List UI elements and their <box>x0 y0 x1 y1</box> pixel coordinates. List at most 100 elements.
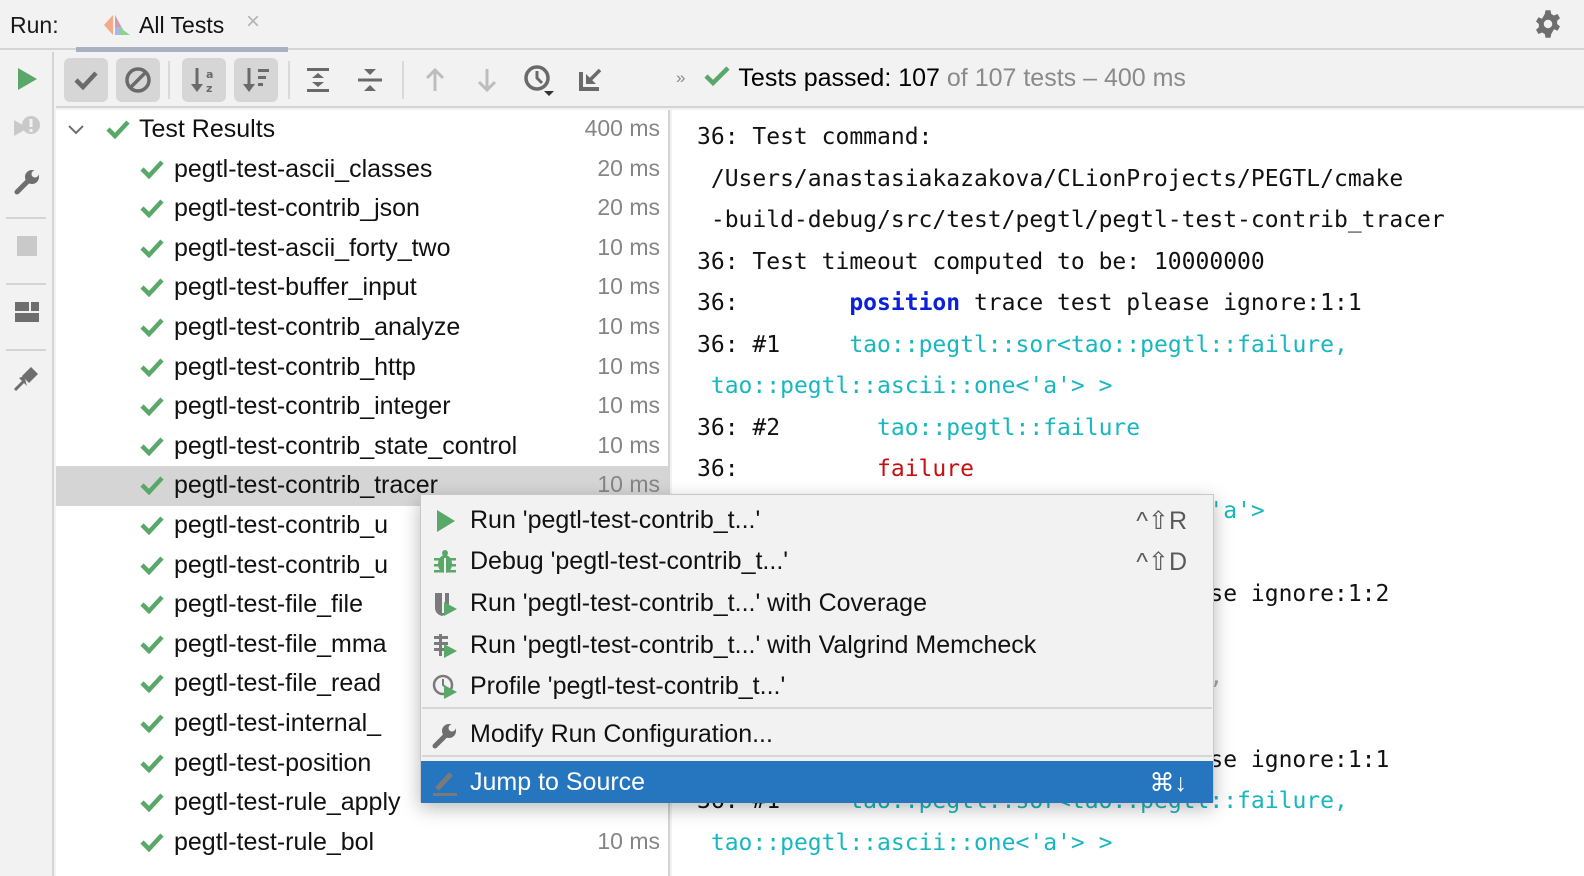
tree-item[interactable]: pegtl-test-contrib_state_control 10 ms <box>56 427 668 467</box>
expand-all-button[interactable] <box>296 58 340 102</box>
menu-item[interactable]: Modify Run Configuration... <box>421 713 1213 755</box>
pass-check-icon <box>140 160 164 179</box>
pass-check-icon <box>140 199 164 219</box>
separator <box>288 61 290 99</box>
pass-check-icon <box>140 714 164 733</box>
test-name: pegtl-test-contrib_tracer <box>174 471 439 500</box>
test-duration: 10 ms <box>597 392 660 419</box>
run-label: Run: <box>10 12 59 38</box>
gear-icon[interactable] <box>1533 9 1563 39</box>
tree-item[interactable]: pegtl-test-rule_bol 10 ms <box>56 823 668 863</box>
separator <box>6 217 46 219</box>
sort-alphabetically-button[interactable]: az <box>182 58 226 102</box>
test-name: pegtl-test-file_read <box>174 669 382 698</box>
tree-item[interactable]: pegtl-test-contrib_analyze 10 ms <box>56 308 668 348</box>
tree-root-test-results[interactable]: Test Results 400 ms <box>56 110 668 150</box>
menu-item[interactable]: Run 'pegtl-test-contrib_t...' with Valgr… <box>421 624 1213 666</box>
console-line: -build-debug/src/test/pegtl/pegtl-test-c… <box>697 207 1445 247</box>
pass-check-icon <box>140 358 164 377</box>
pass-check-icon <box>106 120 130 139</box>
show-ignored-button[interactable] <box>116 58 160 102</box>
import-tests-button[interactable] <box>568 58 612 102</box>
collapse-all-button[interactable] <box>348 58 392 102</box>
menu-item[interactable]: Run 'pegtl-test-contrib_t...' with Cover… <box>421 582 1213 624</box>
wrench-icon <box>432 724 456 749</box>
collapse-all-icon <box>358 69 382 91</box>
layout-icon[interactable] <box>9 294 45 330</box>
test-duration: 10 ms <box>597 431 660 458</box>
test-name: pegtl-test-contrib_integer <box>174 392 451 421</box>
run-icon[interactable] <box>9 61 45 97</box>
console-text: -build-debug/src/test/pegtl/pegtl-test-c… <box>697 207 1445 233</box>
close-icon[interactable]: × <box>246 8 260 36</box>
pass-check-icon <box>140 278 164 298</box>
console-text: 36: Test command: <box>697 124 933 150</box>
tab-label: All Tests <box>139 12 225 38</box>
console-text: 36: <box>697 456 878 482</box>
console-text: 36: #1 <box>697 331 850 358</box>
test-name: pegtl-test-rule_apply <box>174 788 401 817</box>
test-duration: 10 ms <box>597 827 660 854</box>
stop-icon[interactable] <box>9 228 45 264</box>
menu-separator <box>422 707 1212 709</box>
menu-item-shortcut: ⌘↓ <box>1149 769 1188 797</box>
status-suffix: of 107 tests – 400 ms <box>939 64 1186 92</box>
menu-item[interactable]: Run 'pegtl-test-contrib_t...' ^⇧R <box>421 499 1213 541</box>
separator <box>168 61 170 99</box>
rule-text: tao::pegtl::ascii::one<'a'> > <box>710 373 1113 399</box>
tree-item[interactable]: pegtl-test-buffer_input 10 ms <box>56 268 668 308</box>
pass-check-icon <box>140 674 164 694</box>
history-icon <box>524 65 554 96</box>
tree-item[interactable]: pegtl-test-ascii_classes 20 ms <box>56 150 668 190</box>
pass-check-icon <box>140 793 164 813</box>
console-line: 36: failure <box>697 456 974 496</box>
test-duration: 10 ms <box>597 313 660 339</box>
menu-item[interactable]: Debug 'pegtl-test-contrib_t...' ^⇧D <box>421 540 1213 582</box>
test-name: pegtl-test-internal_ <box>174 709 382 737</box>
console-text: /Users/anastasiakazakova/CLionProjects/P… <box>697 165 1404 192</box>
tree-item[interactable]: pegtl-test-contrib_http 10 ms <box>56 348 668 388</box>
test-name: pegtl-test-file_file <box>174 590 363 619</box>
chevron-down-icon[interactable] <box>66 120 86 140</box>
tab-all-tests[interactable]: All Tests × <box>76 0 288 52</box>
tree-item[interactable]: pegtl-test-contrib_integer 10 ms <box>56 387 668 427</box>
menu-item[interactable]: Jump to Source ⌘↓ <box>421 761 1213 803</box>
test-name: pegtl-test-ascii_classes <box>174 154 433 183</box>
menu-item-label: Run 'pegtl-test-contrib_t...' with Cover… <box>470 589 927 617</box>
rerun-failed-icon[interactable] <box>9 110 45 146</box>
console-text: trace test please ignore:1:1 <box>960 290 1362 316</box>
console-line: tao::pegtl::ascii::one<'a'> > <box>697 830 1113 870</box>
test-name: pegtl-test-buffer_input <box>174 273 417 302</box>
test-status: » Tests passed: 107 of 107 tests – 400 m… <box>676 64 1186 93</box>
tree-item[interactable]: pegtl-test-contrib_json 20 ms <box>56 189 668 229</box>
sort-by-duration-button[interactable] <box>234 58 278 102</box>
pass-check-icon <box>140 516 164 535</box>
test-duration: 20 ms <box>597 154 660 181</box>
menu-item-label: Profile 'pegtl-test-contrib_t...' <box>470 672 786 700</box>
separator <box>6 283 46 285</box>
menu-item-label: Modify Run Configuration... <box>470 720 773 748</box>
previous-failed-button[interactable] <box>413 58 457 102</box>
pass-check-icon <box>140 635 164 654</box>
more-actions-chevron[interactable]: » <box>676 68 685 87</box>
test-name: pegtl-test-contrib_json <box>174 194 420 223</box>
pin-icon[interactable] <box>9 360 45 396</box>
test-name: pegtl-test-position <box>174 748 372 777</box>
sort-duration-icon <box>243 68 269 92</box>
show-passed-button[interactable] <box>64 58 108 102</box>
test-history-button[interactable] <box>517 58 561 102</box>
wrench-icon[interactable] <box>9 164 45 200</box>
rule-text: tao::pegtl::failure <box>877 414 1141 441</box>
title-bar: Run: All Tests × <box>0 0 1584 52</box>
tree-item[interactable]: pegtl-test-ascii_forty_two 10 ms <box>56 229 668 269</box>
pass-check-icon <box>140 239 164 258</box>
failure-text: failure <box>877 456 974 482</box>
context-menu: Run 'pegtl-test-contrib_t...' ^⇧R Debug 'p… <box>420 494 1214 803</box>
menu-item[interactable]: Profile 'pegtl-test-contrib_t...' <box>421 665 1213 707</box>
test-name: pegtl-test-contrib_u <box>174 550 389 579</box>
test-duration: 10 ms <box>597 352 660 379</box>
menu-item-label: Run 'pegtl-test-contrib_t...' with Valgr… <box>470 631 1037 659</box>
test-name: pegtl-test-contrib_analyze <box>174 313 461 341</box>
test-duration: 10 ms <box>597 273 660 300</box>
next-failed-button[interactable] <box>465 58 509 102</box>
